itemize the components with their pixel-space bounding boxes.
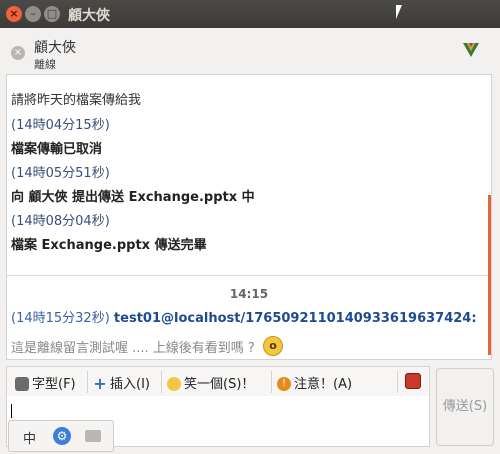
message-timestamp: (14時15分32秒) xyxy=(11,311,110,326)
chat-line: 檔案 Exchange.pptx 傳送完畢 xyxy=(11,238,207,253)
warning-icon: ! xyxy=(277,376,291,391)
ime-mode-button[interactable]: 中 xyxy=(23,428,36,447)
message-body: 這是離線留言測試喔 .... 上線後有看到嗎 ? o xyxy=(11,335,283,359)
chat-history[interactable]: 請將昨天的檔案傳給我 (14時04分15秒) 檔案傳輸已取消 (14時05分51… xyxy=(6,74,492,360)
contact-name: 顧大俠 xyxy=(34,40,76,56)
message-sender: test01@localhost/17650921101409336196374… xyxy=(113,311,477,326)
insert-label: 插入(I) xyxy=(110,377,150,392)
chat-line: 向 顧大俠 提出傳送 Exchange.pptx 中 xyxy=(11,190,255,205)
contact-status: 離線 xyxy=(34,58,56,71)
toolbar-separator xyxy=(271,371,272,393)
surprised-emoji-icon: o xyxy=(262,335,283,356)
text-caret xyxy=(11,404,12,418)
scrollbar[interactable] xyxy=(488,195,491,355)
smiley-icon xyxy=(167,376,181,391)
attention-button[interactable]: ! 注意！(A) xyxy=(277,373,352,392)
toolbar-separator xyxy=(397,371,398,393)
toolbar-separator xyxy=(87,371,88,393)
mouse-cursor-icon xyxy=(396,5,408,19)
contact-header: × 顧大俠 離線 xyxy=(0,28,500,74)
offline-status-icon: × xyxy=(11,46,25,60)
format-toolbar: 字型(F) + 插入(I) 笑一個(S)！ ! 注意！(A) xyxy=(6,366,430,398)
chat-timestamp: (14時04分15秒) xyxy=(11,118,110,133)
insert-button[interactable]: + 插入(I) xyxy=(93,373,150,392)
message-header: (14時15分32秒) test01@localhost/17650921101… xyxy=(11,307,477,326)
record-icon xyxy=(405,373,421,389)
title-bar: × – □ 顧大俠 xyxy=(0,0,500,28)
keyboard-icon[interactable] xyxy=(85,430,101,442)
chat-line: 檔案傳輸已取消 xyxy=(11,142,103,157)
chat-timestamp: (14時08分04秒) xyxy=(11,214,110,229)
toolbar-separator xyxy=(161,371,162,393)
time-divider: 14:15 xyxy=(229,287,269,301)
smile-button[interactable]: 笑一個(S)！ xyxy=(167,373,254,392)
app-logo-icon xyxy=(463,43,479,57)
ime-toolbar: 中 ⚙ xyxy=(8,420,114,452)
divider xyxy=(7,275,491,276)
minimize-window-button[interactable]: – xyxy=(25,6,41,22)
attention-label: 注意！(A) xyxy=(294,377,353,392)
ime-settings-icon[interactable]: ⚙ xyxy=(53,427,71,445)
send-button[interactable]: 傳送(S) xyxy=(436,368,494,446)
font-button[interactable]: 字型(F) xyxy=(15,373,76,392)
chat-line: 請將昨天的檔案傳給我 xyxy=(11,93,142,108)
close-window-button[interactable]: × xyxy=(6,6,22,22)
smile-label: 笑一個(S)！ xyxy=(184,377,255,392)
window-title: 顧大俠 xyxy=(68,8,110,24)
maximize-window-button[interactable]: □ xyxy=(44,6,60,22)
font-icon xyxy=(15,376,29,391)
chat-timestamp: (14時05分51秒) xyxy=(11,166,110,181)
message-text: 這是離線留言測試喔 .... 上線後有看到嗎 ? xyxy=(11,341,255,356)
record-button[interactable] xyxy=(405,373,424,390)
plus-icon: + xyxy=(93,373,107,393)
font-label: 字型(F) xyxy=(32,377,76,392)
